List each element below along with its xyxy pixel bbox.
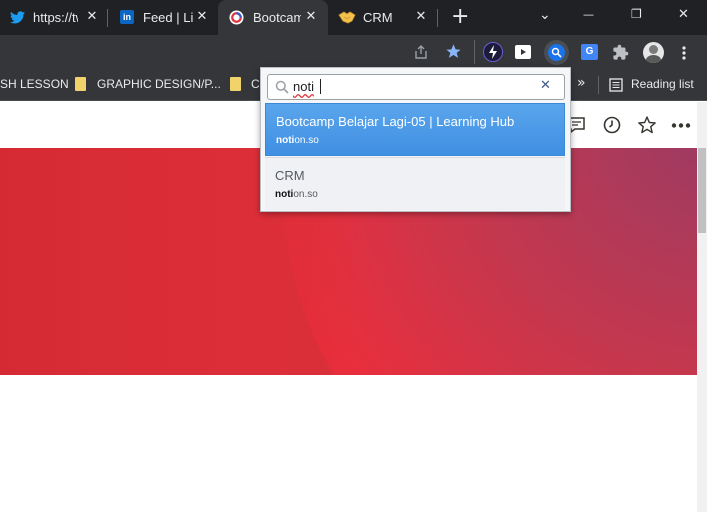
window-close-button[interactable]: ✕ (678, 7, 689, 22)
extensions-puzzle-icon[interactable] (612, 44, 629, 61)
linkedin-icon: in (120, 10, 134, 24)
search-result-item[interactable]: CRM notion.so (265, 157, 565, 210)
result-url-match: noti (275, 189, 294, 200)
reading-list-button[interactable]: Reading list (631, 77, 694, 91)
clear-search-button[interactable]: ✕ (540, 78, 551, 93)
share-icon[interactable] (413, 44, 429, 60)
minimize-button[interactable]: — (583, 8, 594, 21)
tab-close-button[interactable]: ✕ (414, 9, 428, 25)
extension-video-icon[interactable] (515, 45, 531, 59)
result-title: Bootcamp Belajar Lagi-05 | Learning Hub (276, 114, 515, 129)
extension-lightning-icon[interactable] (483, 42, 503, 62)
tab-close-button[interactable]: ✕ (85, 9, 99, 25)
folder-icon (75, 77, 86, 91)
result-url: notion.so (275, 189, 318, 200)
text-cursor (320, 79, 321, 94)
new-tab-button[interactable]: + (451, 4, 469, 30)
search-result-item[interactable]: Bootcamp Belajar Lagi-05 | Learning Hub … (265, 103, 565, 156)
toolbar-divider (474, 40, 475, 64)
result-url-rest: on.so (293, 189, 318, 200)
tab-label: https://tw (33, 10, 78, 25)
tab-label: Bootcamp (253, 10, 301, 25)
favorite-star-icon[interactable] (637, 115, 657, 135)
result-url: notion.so (276, 135, 319, 146)
restore-button[interactable]: ❐ (631, 7, 642, 21)
tab-close-button[interactable]: ✕ (195, 9, 209, 25)
search-input[interactable]: noti ✕ (267, 74, 565, 100)
tab-search-button[interactable]: ⌄ (539, 7, 551, 23)
bookmark-item[interactable]: SH LESSON (0, 77, 69, 91)
tab-label: Feed | Lin (143, 10, 193, 25)
tab-bootcamp[interactable]: Bootcamp ✕ (218, 0, 328, 35)
search-icon (275, 80, 289, 94)
bookmark-star-icon[interactable] (445, 43, 462, 60)
tab-search-popup: noti ✕ Bootcamp Belajar Lagi-05 | Learni… (260, 67, 571, 212)
more-options-icon[interactable] (671, 123, 691, 128)
tab-linkedin[interactable]: in Feed | Lin ✕ (108, 0, 216, 35)
bookmarks-divider (598, 76, 599, 94)
scrollbar-thumb[interactable] (698, 148, 706, 233)
search-query-text: noti (293, 79, 314, 94)
tab-close-button[interactable]: ✕ (304, 9, 318, 25)
tab-crm[interactable]: CRM ✕ (330, 0, 436, 35)
bookmarks-overflow-button[interactable]: » (577, 75, 586, 91)
result-url-match: noti (276, 135, 295, 146)
toolbar: G (0, 35, 707, 69)
bookmark-item[interactable]: C (251, 77, 260, 91)
tab-strip: https://tw ✕ in Feed | Lin ✕ Bootcamp ✕ … (0, 0, 707, 35)
bookmark-item[interactable]: GRAPHIC DESIGN/P... (97, 77, 221, 91)
extension-search-icon[interactable] (544, 40, 569, 65)
menu-kebab-icon[interactable] (681, 45, 687, 61)
folder-icon (230, 77, 241, 91)
bootcamp-favicon-icon (229, 10, 244, 25)
tab-twitter[interactable]: https://tw ✕ (0, 0, 106, 35)
reading-list-icon (609, 78, 623, 92)
history-clock-icon[interactable] (603, 116, 621, 134)
twitter-icon (10, 11, 25, 24)
tab-label: CRM (363, 10, 393, 25)
result-url-rest: on.so (294, 135, 319, 146)
tab-separator (437, 9, 438, 27)
result-title: CRM (275, 168, 305, 183)
google-translate-icon[interactable]: G (581, 44, 598, 60)
handshake-icon (338, 11, 356, 24)
profile-avatar[interactable] (643, 42, 664, 63)
